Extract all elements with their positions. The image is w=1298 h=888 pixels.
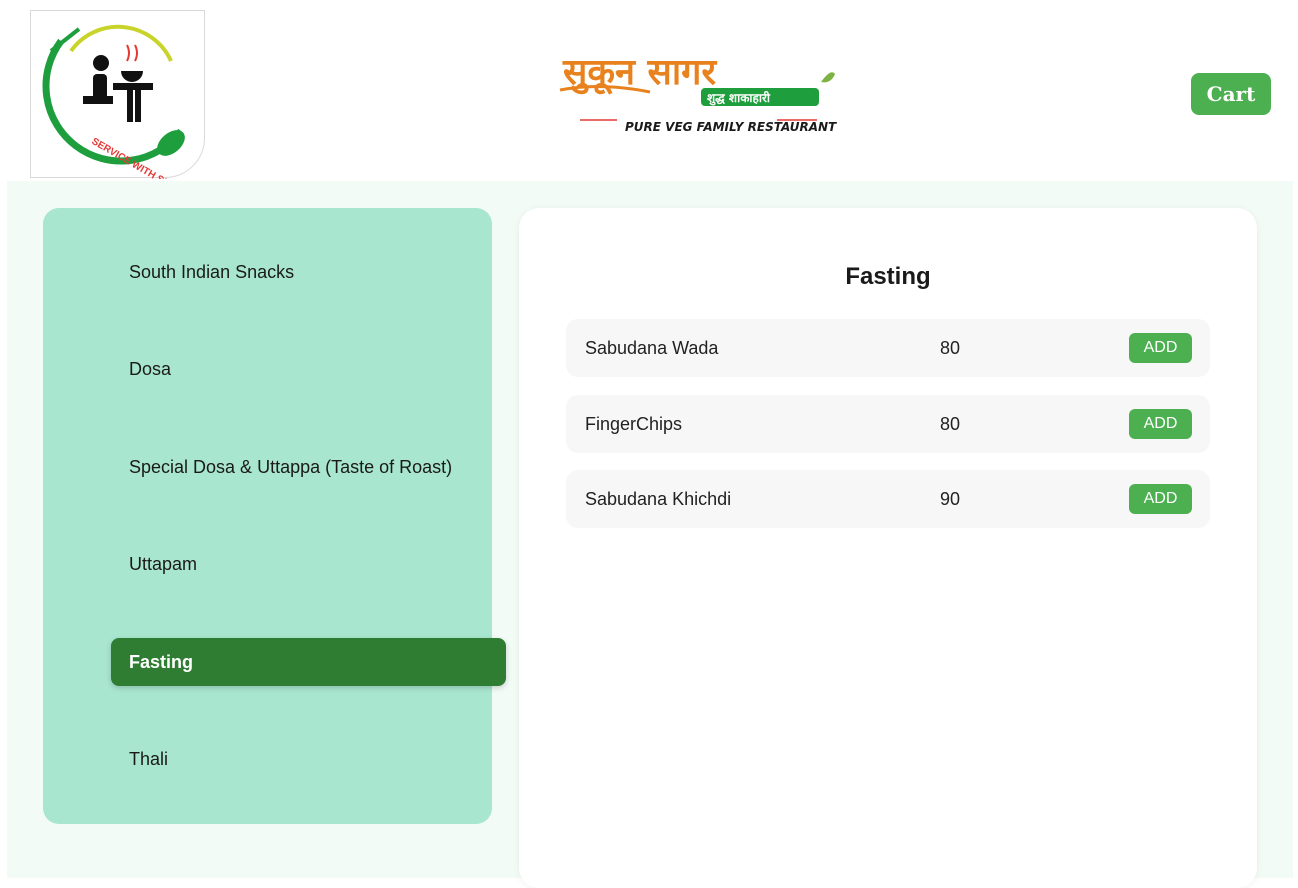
menu-item-name: FingerChips xyxy=(585,414,683,434)
category-sidebar: South Indian Snacks Dosa Special Dosa & … xyxy=(43,208,506,824)
menu-item-price: 90 xyxy=(940,489,961,509)
menu-title: Fasting xyxy=(845,263,931,290)
add-button[interactable]: ADD xyxy=(1129,409,1192,439)
category-item-south-indian-snacks[interactable]: South Indian Snacks xyxy=(43,248,506,296)
brand-logo[interactable]: सुकून सागर शुद्ध शाकाहारी PURE VEG FAMIL… xyxy=(555,42,845,142)
menu-item-row: Sabudana Khichdi 90 ADD xyxy=(566,470,1210,528)
menu-item-row: FingerChips 80 ADD xyxy=(566,395,1210,453)
category-item-fasting[interactable]: Fasting xyxy=(111,638,506,686)
category-item-thali[interactable]: Thali xyxy=(43,735,506,783)
cart-button[interactable]: Cart xyxy=(1191,73,1271,115)
category-item-dosa[interactable]: Dosa xyxy=(43,345,506,393)
brand-tag: शुद्ध शाकाहारी xyxy=(707,91,771,106)
logo-graphic: SERVICE WITH SMILE xyxy=(42,24,187,198)
menu-item-name: Sabudana Wada xyxy=(585,338,719,358)
add-button[interactable]: ADD xyxy=(1129,333,1192,363)
category-item-uttapam[interactable]: Uttapam xyxy=(43,540,506,588)
menu-item-price: 80 xyxy=(940,414,961,434)
menu-item-price: 80 xyxy=(940,338,961,358)
brand-subtitle: PURE VEG FAMILY RESTAURANT xyxy=(625,120,837,134)
menu-item-name: Sabudana Khichdi xyxy=(585,489,732,509)
restaurant-logo[interactable]: SERVICE WITH SMILE xyxy=(30,10,205,198)
add-button[interactable]: ADD xyxy=(1129,484,1192,514)
header: SERVICE WITH SMILE सुकून सागर शुद्ध शाका… xyxy=(0,0,1298,198)
menu-item-row: Sabudana Wada 80 ADD xyxy=(566,319,1210,377)
brand-name: सुकून सागर xyxy=(562,52,717,95)
category-item-special-dosa[interactable]: Special Dosa & Uttappa (Taste of Roast) xyxy=(43,443,506,491)
menu-panel: Fasting Sabudana Wada 80 ADD FingerChips… xyxy=(519,208,1257,888)
brand-graphic: सुकून सागर शुद्ध शाकाहारी PURE VEG FAMIL… xyxy=(559,52,837,134)
